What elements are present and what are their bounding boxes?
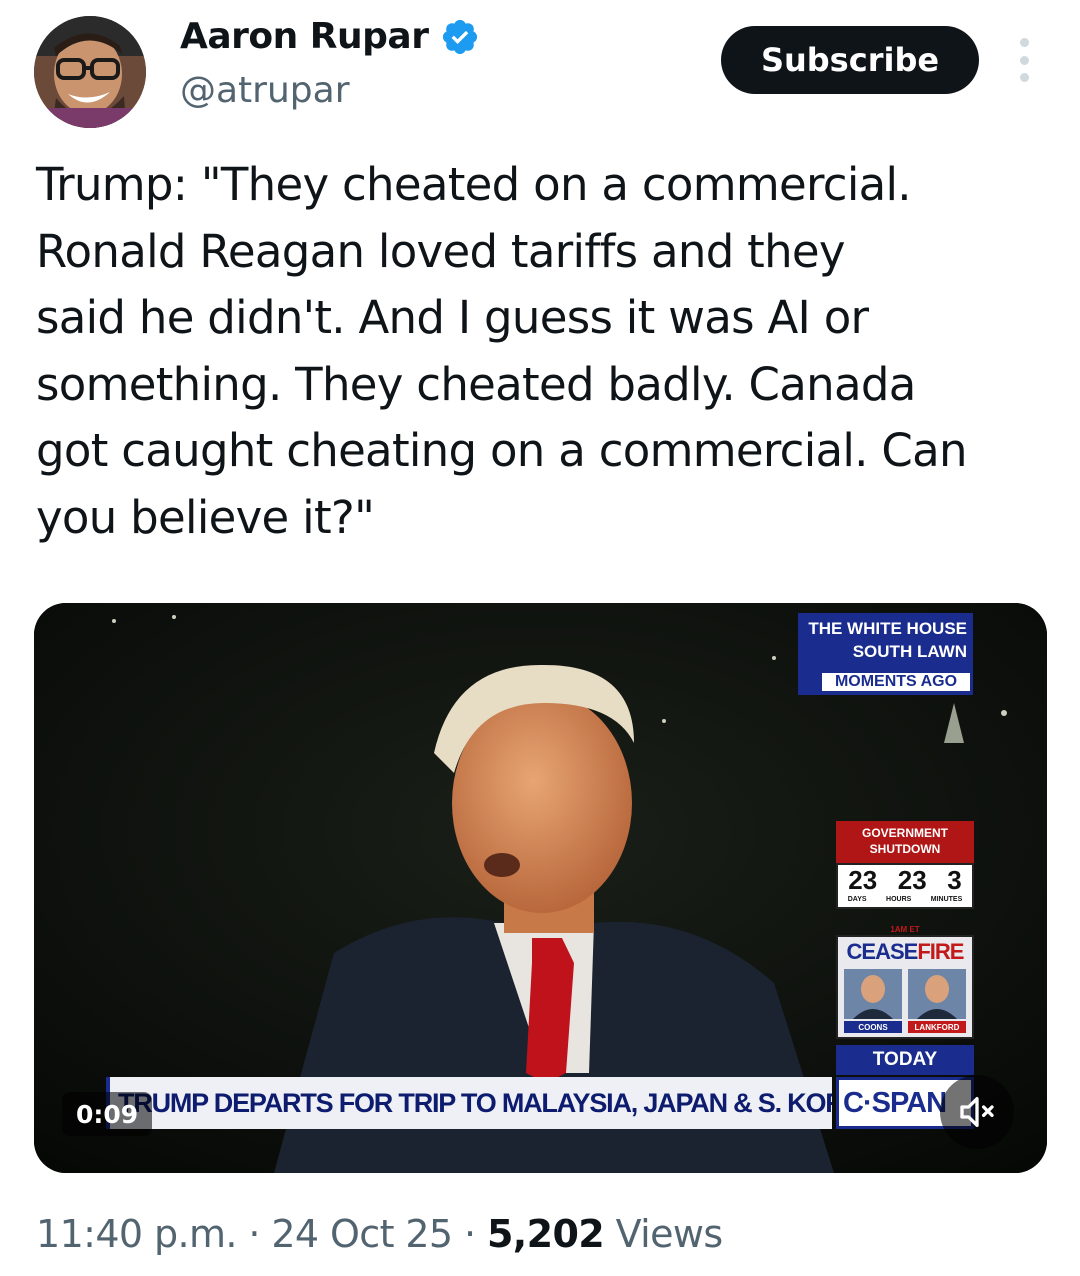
guest-left-name: COONS xyxy=(858,1023,888,1032)
ceasefire-title: CEASE FIRE xyxy=(838,937,972,967)
counter-minutes-unit: MINUTES xyxy=(930,896,963,903)
ceasefire-title-a: CEASE xyxy=(846,939,919,964)
moments-ago-label: MOMENTS AGO xyxy=(820,671,972,693)
verified-badge-icon[interactable] xyxy=(440,17,480,57)
shutdown-counter: 23 23 3 DAYS HOURS MINUTES xyxy=(836,863,974,909)
video-timestamp: 0:09 xyxy=(62,1092,153,1136)
tweet-time[interactable]: 11:40 p.m. xyxy=(36,1212,237,1256)
meta-separator-2: · xyxy=(452,1212,487,1256)
muted-speaker-icon[interactable] xyxy=(940,1075,1014,1149)
today-label: TODAY xyxy=(836,1045,974,1075)
guest-right-name: LANKFORD xyxy=(915,1023,960,1032)
counter-days-unit: DAYS xyxy=(847,896,867,903)
shutdown-line1: GOVERNMENT xyxy=(861,826,948,840)
counter-minutes: 3 xyxy=(947,865,962,895)
avatar-image xyxy=(34,16,146,128)
ceasefire-title-b: FIRE xyxy=(917,939,964,964)
location-line2: SOUTH LAWN xyxy=(852,642,967,661)
views-label: Views xyxy=(604,1212,724,1256)
author-name-row: Aaron Rupar xyxy=(180,16,480,57)
views-count: 5,202 xyxy=(486,1212,605,1256)
more-options-icon[interactable] xyxy=(1012,38,1036,82)
tweet-meta: 11:40 p.m. · 24 Oct 25 · 5,202 Views xyxy=(36,1212,723,1256)
counter-days: 23 xyxy=(848,865,878,895)
guest-photos: COONS LANKFORD xyxy=(844,969,966,1033)
counter-hours-unit: HOURS xyxy=(886,896,912,903)
news-chyron: TRUMP DEPARTS FOR TRIP TO MALAYSIA, JAPA… xyxy=(106,1077,832,1129)
counter-hours: 23 xyxy=(897,865,927,895)
ceasefire-panel: CEASE FIRE COONS LANKFORD xyxy=(836,935,974,1039)
display-name[interactable]: Aaron Rupar xyxy=(180,16,429,57)
subscribe-button[interactable]: Subscribe xyxy=(721,26,979,94)
tweet-text: Trump: "They cheated on a commercial. Ro… xyxy=(36,158,968,544)
author-handle[interactable]: @atrupar xyxy=(180,70,350,111)
shutdown-line2: SHUTDOWN xyxy=(869,842,941,856)
location-line1: THE WHITE HOUSE xyxy=(808,619,967,638)
tweet: Aaron Rupar @atrupar Subscribe Trump: "T… xyxy=(0,0,1080,1276)
tweet-date[interactable]: 24 Oct 25 xyxy=(271,1212,453,1256)
video-player[interactable]: THE WHITE HOUSE SOUTH LAWN MOMENTS AGO G… xyxy=(34,603,1047,1173)
meta-separator: · xyxy=(236,1212,272,1256)
avatar[interactable] xyxy=(34,16,146,128)
shutdown-label: GOVERNMENT SHUTDOWN xyxy=(836,821,974,863)
